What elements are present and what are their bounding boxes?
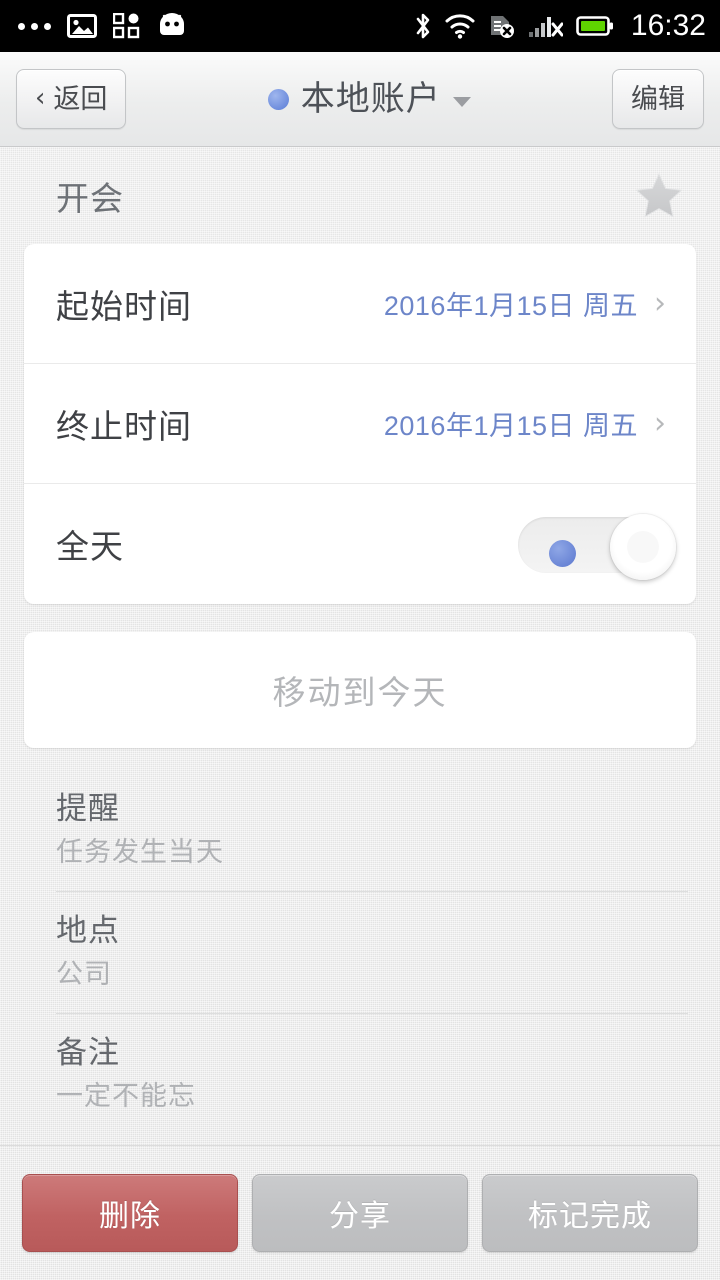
move-to-today-button[interactable]: 移动到今天	[24, 632, 696, 748]
apps-grid-icon	[113, 13, 140, 39]
toggle-indicator-dot	[549, 540, 576, 567]
event-title: 开会	[56, 179, 124, 218]
chevron-left-icon: ‹	[35, 83, 46, 113]
sim-card-off-icon	[490, 16, 514, 38]
all-day-row[interactable]: 全天	[24, 484, 696, 604]
bottom-action-bar: 删除 分享 标记完成	[0, 1145, 720, 1280]
battery-icon	[576, 16, 613, 36]
status-bar: 16:32	[0, 0, 720, 52]
account-color-dot-icon	[267, 88, 289, 110]
chevron-right-icon: ›	[654, 285, 666, 321]
phone-screen: 16:32 ‹ 返回 本地账户 编辑 开会 起始时间 2016年1月15日 周五…	[0, 0, 720, 1280]
event-title-row: 开会	[0, 148, 720, 244]
end-time-row[interactable]: 终止时间 2016年1月15日 周五 ›	[24, 364, 696, 484]
chevron-right-icon: ›	[654, 405, 666, 441]
page-title: 本地账户	[300, 79, 441, 119]
reminder-label: 提醒	[56, 791, 120, 827]
detail-item-location[interactable]: 地点 公司	[56, 892, 688, 1015]
back-button-label: 返回	[53, 83, 108, 115]
reminder-value: 任务发生当天	[56, 836, 224, 868]
note-value: 一定不能忘	[56, 1081, 196, 1113]
end-time-right: 2016年1月15日 周五 ›	[384, 404, 666, 443]
chevron-down-icon	[452, 96, 471, 107]
detail-item-reminder[interactable]: 提醒 任务发生当天	[56, 770, 688, 893]
status-bar-left-icons	[18, 13, 188, 39]
start-time-right: 2016年1月15日 周五 ›	[384, 284, 666, 323]
edit-button-label: 编辑	[631, 83, 685, 115]
start-time-label: 起始时间	[56, 286, 192, 326]
more-dots-icon	[18, 22, 51, 30]
status-bar-clock: 16:32	[630, 9, 706, 42]
detail-item-note[interactable]: 备注 一定不能忘	[56, 1014, 688, 1135]
bluetooth-icon	[416, 13, 430, 39]
image-icon	[67, 14, 97, 38]
delete-button[interactable]: 删除	[22, 1174, 238, 1252]
back-button[interactable]: ‹ 返回	[16, 69, 127, 129]
toggle-knob[interactable]	[610, 514, 676, 580]
star-icon	[635, 172, 683, 218]
android-robot-icon	[160, 13, 184, 35]
all-day-toggle[interactable]	[518, 514, 676, 580]
favorite-star-button[interactable]	[632, 169, 686, 223]
wifi-icon	[445, 14, 475, 39]
status-bar-right-icons: 16:32	[414, 11, 706, 41]
share-button[interactable]: 分享	[252, 1174, 468, 1252]
account-selector[interactable]: 本地账户	[136, 82, 602, 116]
end-time-value: 2016年1月15日 周五	[383, 411, 638, 441]
mark-complete-button[interactable]: 标记完成	[482, 1174, 698, 1252]
navigation-bar: ‹ 返回 本地账户 编辑	[0, 52, 720, 147]
edit-button[interactable]: 编辑	[612, 69, 704, 129]
time-card: 起始时间 2016年1月15日 周五 › 终止时间 2016年1月15日 周五 …	[24, 244, 696, 604]
detail-list: 提醒 任务发生当天 地点 公司 备注 一定不能忘	[56, 770, 688, 1135]
event-detail-content: 开会 起始时间 2016年1月15日 周五 › 终止时间 2016年1月15日 …	[0, 148, 720, 1280]
start-time-value: 2016年1月15日 周五	[383, 291, 638, 321]
start-time-row[interactable]: 起始时间 2016年1月15日 周五 ›	[24, 244, 696, 364]
move-to-today-label: 移动到今天	[272, 673, 448, 712]
signal-off-icon	[528, 17, 563, 37]
all-day-label: 全天	[56, 527, 124, 566]
location-label: 地点	[56, 913, 120, 950]
end-time-label: 终止时间	[56, 406, 192, 446]
location-value: 公司	[56, 958, 112, 990]
note-label: 备注	[56, 1035, 120, 1072]
